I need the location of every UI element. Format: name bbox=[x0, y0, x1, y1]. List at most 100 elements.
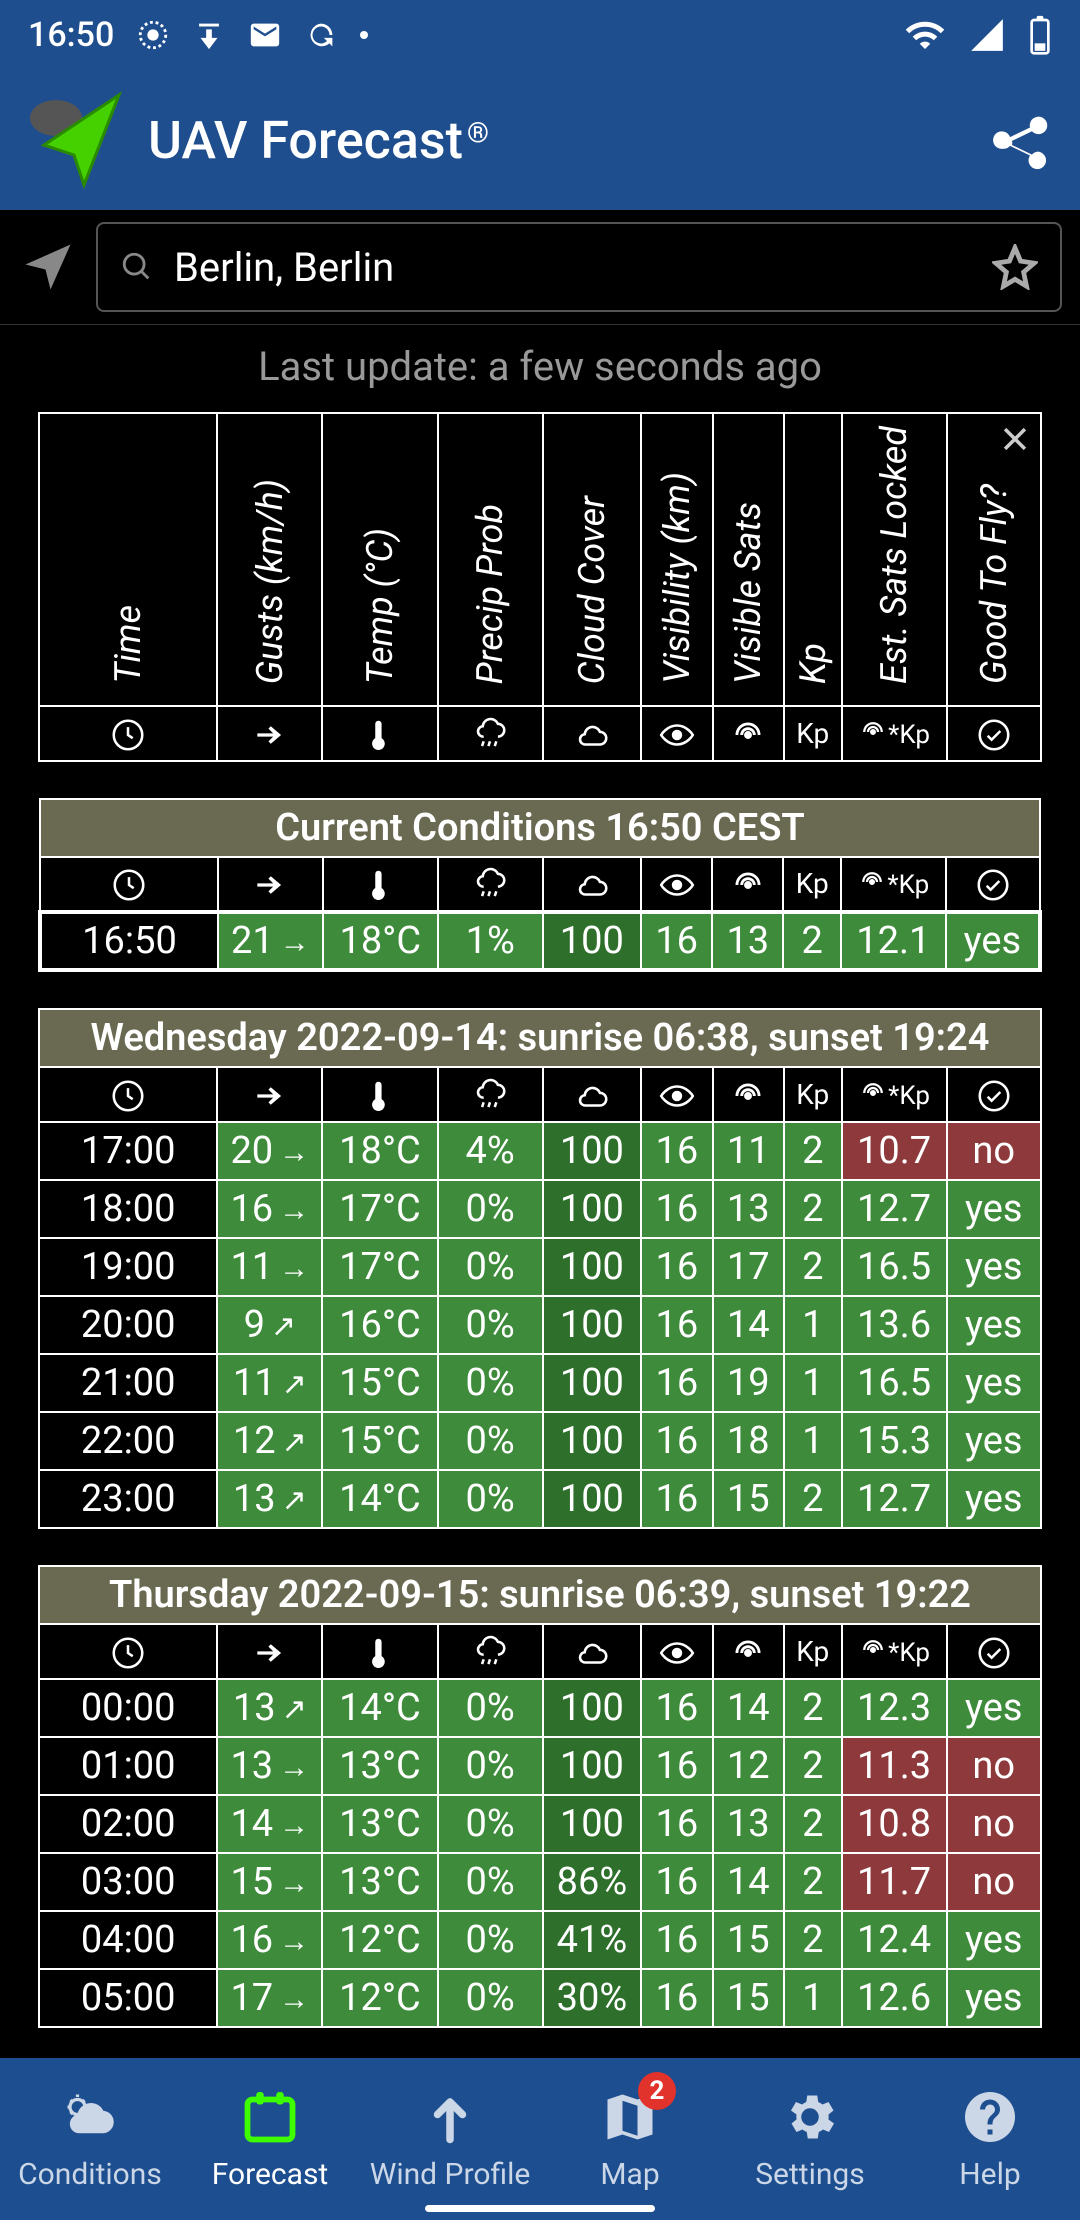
forecast-row[interactable]: 20:00 9↗ 16°C 0% 100 16 14 1 13.6 yes bbox=[39, 1296, 1041, 1354]
cell-cloud: 100 bbox=[543, 1795, 642, 1853]
cell-gust: 11↗ bbox=[217, 1354, 322, 1412]
icon-sats bbox=[712, 857, 783, 912]
forecast-row[interactable]: 03:00 15→ 13°C 0% 86% 16 14 2 11.7 no bbox=[39, 1853, 1041, 1911]
cell-time: 17:00 bbox=[39, 1122, 217, 1180]
cell-kp: 2 bbox=[783, 912, 841, 970]
cell-vsats: 11 bbox=[713, 1122, 784, 1180]
icon-temp bbox=[323, 857, 438, 912]
icon-sats bbox=[713, 1624, 784, 1679]
nav-help[interactable]: Help bbox=[900, 2058, 1080, 2220]
close-column-icon[interactable] bbox=[998, 422, 1032, 456]
forecast-row[interactable]: 21:00 11↗ 15°C 0% 100 16 19 1 16.5 yes bbox=[39, 1354, 1041, 1412]
cell-vsats: 14 bbox=[713, 1296, 784, 1354]
hdr-cloud: Cloud Cover bbox=[571, 496, 613, 684]
cell-vis: 16 bbox=[641, 1354, 712, 1412]
cell-time: 23:00 bbox=[39, 1470, 217, 1528]
cell-cloud: 100 bbox=[543, 1679, 642, 1737]
cell-fly: yes bbox=[947, 1911, 1042, 1969]
cell-kp: 1 bbox=[784, 1296, 842, 1354]
cell-kp: 2 bbox=[784, 1180, 842, 1238]
cell-vis: 16 bbox=[641, 1296, 712, 1354]
hdr-vis: Visibility (km) bbox=[656, 472, 698, 684]
icon-time bbox=[39, 1067, 217, 1122]
cell-vsats: 15 bbox=[713, 1969, 784, 2027]
forecast-row[interactable]: 17:00 20→ 18°C 4% 100 16 11 2 10.7 no bbox=[39, 1122, 1041, 1180]
nav-wind-profile[interactable]: Wind Profile bbox=[360, 2058, 540, 2220]
android-status-bar: 16:50 bbox=[0, 0, 1080, 70]
status-icon-mail bbox=[248, 18, 282, 52]
status-icon-wifi bbox=[904, 14, 946, 56]
cell-gust: 17→ bbox=[217, 1969, 322, 2027]
cell-vsats: 12 bbox=[713, 1737, 784, 1795]
icon-fly bbox=[946, 857, 1040, 912]
cell-skp: 13.6 bbox=[842, 1296, 947, 1354]
forecast-row[interactable]: 16:50 21→ 18°C 1% 100 16 13 2 12.1 yes bbox=[40, 912, 1040, 970]
cell-time: 21:00 bbox=[39, 1354, 217, 1412]
icon-cloud bbox=[543, 706, 642, 761]
nav-label: Forecast bbox=[212, 2157, 329, 2192]
cell-precip: 0% bbox=[438, 1679, 543, 1737]
hdr-gusts: Gusts (km/h) bbox=[249, 479, 291, 684]
cell-time: 00:00 bbox=[39, 1679, 217, 1737]
nav-conditions[interactable]: Conditions bbox=[0, 2058, 180, 2220]
locate-me-icon[interactable] bbox=[18, 237, 78, 297]
forecast-row[interactable]: 23:00 13↗ 14°C 0% 100 16 15 2 12.7 yes bbox=[39, 1470, 1041, 1528]
icon-time bbox=[39, 706, 217, 761]
nav-forecast[interactable]: Forecast bbox=[180, 2058, 360, 2220]
cell-vis: 16 bbox=[641, 1969, 712, 2027]
current-conditions-table: Current Conditions 16:50 CEST Kp *Kp 16:… bbox=[38, 798, 1042, 972]
status-icon-signal bbox=[136, 18, 170, 52]
icon-temp bbox=[322, 1067, 437, 1122]
cell-vsats: 17 bbox=[713, 1238, 784, 1296]
forecast-row[interactable]: 19:00 11→ 17°C 0% 100 16 17 2 16.5 yes bbox=[39, 1238, 1041, 1296]
cell-temp: 12°C bbox=[322, 1911, 437, 1969]
cell-skp: 11.7 bbox=[842, 1853, 947, 1911]
cell-cloud: 100 bbox=[543, 1180, 642, 1238]
icon-precip bbox=[438, 1067, 543, 1122]
nav-settings[interactable]: Settings bbox=[720, 2058, 900, 2220]
cell-kp: 2 bbox=[784, 1470, 842, 1528]
cell-gust: 13→ bbox=[217, 1737, 322, 1795]
forecast-row[interactable]: 05:00 17→ 12°C 0% 30% 16 15 1 12.6 yes bbox=[39, 1969, 1041, 2027]
forecast-row[interactable]: 22:00 12↗ 15°C 0% 100 16 18 1 15.3 yes bbox=[39, 1412, 1041, 1470]
cell-cloud: 100 bbox=[543, 1122, 642, 1180]
cell-gust: 21→ bbox=[218, 912, 323, 970]
forecast-row[interactable]: 00:00 13↗ 14°C 0% 100 16 14 2 12.3 yes bbox=[39, 1679, 1041, 1737]
nav-label: Wind Profile bbox=[370, 2157, 531, 2192]
favorite-star-icon[interactable] bbox=[992, 244, 1038, 290]
cell-kp: 1 bbox=[784, 1354, 842, 1412]
nav-map[interactable]: 2 Map bbox=[540, 2058, 720, 2220]
home-indicator bbox=[425, 2205, 655, 2212]
app-logo bbox=[24, 90, 124, 190]
search-icon bbox=[120, 250, 154, 284]
forecast-row[interactable]: 01:00 13→ 13°C 0% 100 16 12 2 11.3 no bbox=[39, 1737, 1041, 1795]
last-update-label: Last update: a few seconds ago bbox=[0, 325, 1080, 412]
cell-kp: 2 bbox=[784, 1238, 842, 1296]
hdr-fly: Good To Fly? bbox=[973, 484, 1015, 684]
nav-label: Help bbox=[959, 2157, 1020, 2192]
cell-precip: 0% bbox=[438, 1470, 543, 1528]
cell-vis: 16 bbox=[641, 912, 712, 970]
cell-vis: 16 bbox=[641, 1911, 712, 1969]
cell-vsats: 18 bbox=[713, 1412, 784, 1470]
cell-cloud: 100 bbox=[543, 1354, 642, 1412]
cell-time: 22:00 bbox=[39, 1412, 217, 1470]
cell-precip: 0% bbox=[438, 1737, 543, 1795]
icon-temp bbox=[322, 706, 437, 761]
forecast-row[interactable]: 04:00 16→ 12°C 0% 41% 16 15 2 12.4 yes bbox=[39, 1911, 1041, 1969]
cell-fly: no bbox=[947, 1853, 1042, 1911]
icon-fly bbox=[947, 706, 1042, 761]
cell-cloud: 41% bbox=[543, 1911, 642, 1969]
cell-gust: 13↗ bbox=[217, 1470, 322, 1528]
location-search-box[interactable]: Berlin, Berlin bbox=[96, 222, 1062, 312]
share-icon[interactable] bbox=[986, 105, 1056, 175]
icon-gust bbox=[217, 706, 322, 761]
cell-skp: 16.5 bbox=[842, 1354, 947, 1412]
cell-skp: 12.3 bbox=[842, 1679, 947, 1737]
status-icon-battery bbox=[1028, 15, 1052, 55]
forecast-row[interactable]: 18:00 16→ 17°C 0% 100 16 13 2 12.7 yes bbox=[39, 1180, 1041, 1238]
forecast-row[interactable]: 02:00 14→ 13°C 0% 100 16 13 2 10.8 no bbox=[39, 1795, 1041, 1853]
icon-sats bbox=[713, 1067, 784, 1122]
icon-kp: Kp bbox=[784, 1624, 842, 1679]
cell-vis: 16 bbox=[641, 1470, 712, 1528]
